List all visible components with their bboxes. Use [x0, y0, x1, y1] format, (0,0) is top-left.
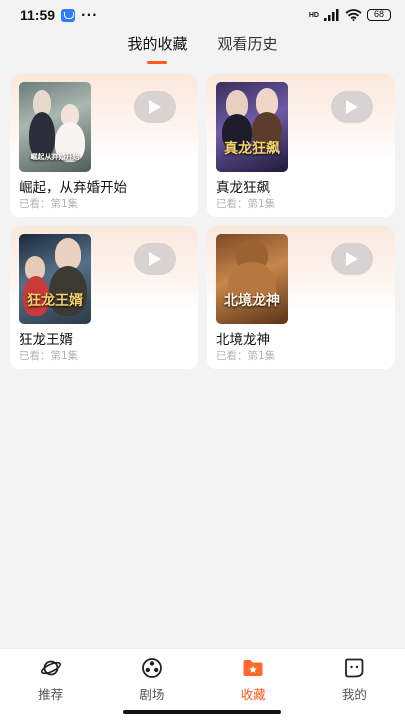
- drama-card[interactable]: 狂龙王婿 狂龙王婿 已看：第1集: [10, 226, 198, 369]
- cover-title-text: 崛起从弃婚开始: [30, 152, 80, 161]
- network-type-label: HD: [308, 11, 319, 19]
- drama-card[interactable]: 真龙狂飙 真龙狂飙 已看：第1集: [207, 74, 395, 217]
- cover-title-text: 真龙狂飙: [224, 141, 280, 157]
- tab-watch-history[interactable]: 观看历史: [218, 30, 278, 54]
- drama-title: 真龙狂飙: [216, 180, 270, 196]
- watch-progress: 已看：第1集: [216, 350, 276, 362]
- film-reel-icon: [141, 658, 162, 678]
- tab-my-favorites[interactable]: 我的收藏: [127, 30, 188, 64]
- status-time: 11:59: [20, 7, 56, 23]
- nav-label: 收藏: [240, 687, 266, 702]
- watch-progress: 已看：第1集: [19, 350, 79, 362]
- battery-indicator: 68: [367, 9, 391, 21]
- nav-label: 我的: [341, 687, 367, 702]
- drama-cover-image: 狂龙王婿: [19, 234, 91, 324]
- play-button[interactable]: [134, 243, 176, 275]
- nav-item-recommend[interactable]: 推荐: [0, 649, 101, 720]
- nav-label: 推荐: [38, 687, 64, 702]
- drama-title: 狂龙王婿: [19, 332, 73, 348]
- drama-card[interactable]: 崛起从弃婚开始 崛起，从弃婚开始 已看：第1集: [10, 74, 198, 217]
- more-notifications-icon: ···: [81, 8, 98, 22]
- cover-title-text: 狂龙王婿: [27, 293, 83, 309]
- play-button[interactable]: [134, 91, 176, 123]
- chat-face-icon: [345, 658, 364, 678]
- watch-progress: 已看：第1集: [19, 198, 79, 210]
- watch-progress: 已看：第1集: [216, 198, 276, 210]
- folder-star-icon: [243, 660, 263, 676]
- favorites-tabs: 我的收藏 观看历史: [0, 30, 405, 64]
- tab-label: 我的收藏: [127, 35, 188, 53]
- drama-title: 崛起，从弃婚开始: [19, 180, 127, 196]
- planet-icon: [40, 660, 61, 676]
- play-button[interactable]: [331, 91, 373, 123]
- status-bar: 11:59 ··· HD 68: [0, 0, 405, 30]
- drama-cover-image: 北境龙神: [216, 234, 288, 324]
- app-notification-icon: [61, 8, 76, 22]
- play-icon: [346, 100, 358, 114]
- home-indicator[interactable]: [123, 710, 281, 714]
- drama-title: 北境龙神: [216, 332, 270, 348]
- play-icon: [149, 252, 161, 266]
- wifi-icon: [345, 9, 362, 21]
- status-indicators: HD 68: [309, 9, 391, 21]
- active-tab-indicator: [147, 61, 168, 64]
- cover-title-text: 北境龙神: [224, 293, 280, 309]
- favorites-grid: 崛起从弃婚开始 崛起，从弃婚开始 已看：第1集 真龙狂飙 真龙狂飙 已看：第1集…: [10, 74, 395, 369]
- play-icon: [149, 100, 161, 114]
- drama-card[interactable]: 北境龙神 北境龙神 已看：第1集: [207, 226, 395, 369]
- nav-item-mine[interactable]: 我的: [304, 649, 405, 720]
- play-icon: [346, 252, 358, 266]
- cellular-signal-icon: [324, 9, 339, 21]
- drama-cover-image: 崛起从弃婚开始: [19, 82, 91, 172]
- nav-label: 剧场: [139, 687, 165, 702]
- drama-cover-image: 真龙狂飙: [216, 82, 288, 172]
- play-button[interactable]: [331, 243, 373, 275]
- tab-label: 观看历史: [217, 35, 278, 53]
